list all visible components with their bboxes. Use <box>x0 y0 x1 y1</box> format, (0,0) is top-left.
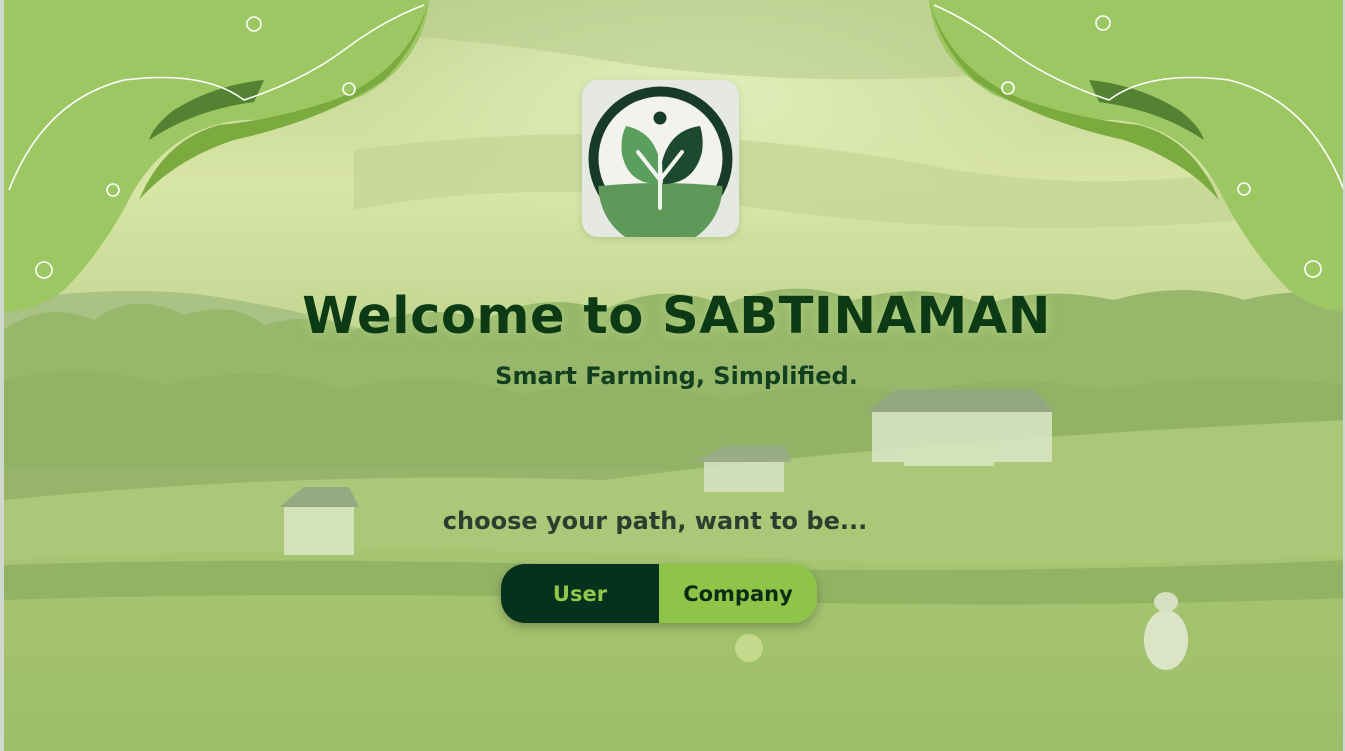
tagline: Smart Farming, Simplified. <box>495 362 858 390</box>
app-logo <box>582 80 739 237</box>
leaf-sprout-logo-icon <box>588 86 733 237</box>
user-option-button[interactable]: User <box>501 564 659 623</box>
company-option-button[interactable]: Company <box>659 564 817 623</box>
role-toggle: User Company <box>501 564 817 623</box>
welcome-title: Welcome to SABTINAMAN <box>302 287 1051 346</box>
path-prompt: choose your path, want to be... <box>442 507 868 535</box>
welcome-screen: Welcome to SABTINAMAN Smart Farming, Sim… <box>0 0 1345 751</box>
